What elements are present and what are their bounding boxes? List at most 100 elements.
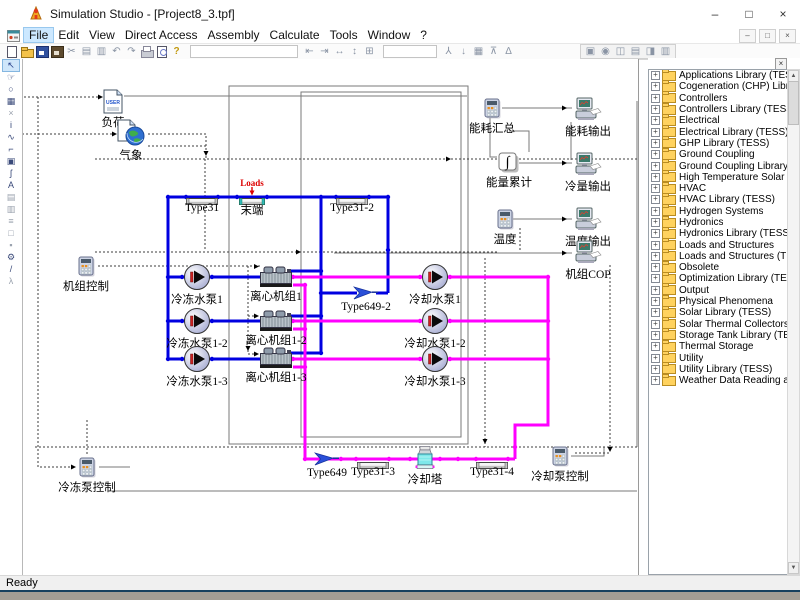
tree-item-hydronics-library-tess[interactable]: +Hydronics Library (TESS) <box>649 228 788 239</box>
scroll-down-icon[interactable]: ▼ <box>788 562 799 574</box>
diverter-type649-2[interactable]: Type649-2 <box>353 285 379 301</box>
expand-icon[interactable]: + <box>651 82 660 91</box>
tree-item-electrical-library-tess[interactable]: +Electrical Library (TESS) <box>649 126 788 137</box>
centrifugal-chiller-3[interactable]: 离心机组1-3 <box>259 347 293 369</box>
frame-icon[interactable]: ▣ <box>583 45 598 58</box>
tree-item-hvac[interactable]: +HVAC <box>649 183 788 194</box>
help-icon[interactable]: ? <box>169 45 184 58</box>
expand-icon[interactable]: + <box>651 162 660 171</box>
probe-icon[interactable]: ⊼ <box>486 45 501 58</box>
expand-icon[interactable]: + <box>651 184 660 193</box>
expand-icon[interactable]: + <box>651 297 660 306</box>
menu-calculate[interactable]: Calculate <box>265 28 325 42</box>
pipe-type31-3[interactable]: Type31-3 <box>357 457 389 466</box>
spline-link-tool-icon[interactable]: ʃ <box>3 168 19 179</box>
chilled-pump-controller[interactable]: 冷冻泵控制 <box>78 456 97 479</box>
tree-item-controllers-library-tess[interactable]: +Controllers Library (TESS) <box>649 104 788 115</box>
expand-icon[interactable]: + <box>651 116 660 125</box>
link-tool-icon[interactable]: ∿ <box>3 132 19 143</box>
load-reader[interactable]: USER负荷 <box>102 89 124 114</box>
tree-item-ground-coupling-library-tess[interactable]: +Ground Coupling Library (TESS) <box>649 160 788 171</box>
tree-item-storage-tank-library-tess[interactable]: +Storage Tank Library (TESS) <box>649 330 788 341</box>
tree-item-hydronics[interactable]: +Hydronics <box>649 217 788 228</box>
new-icon[interactable] <box>4 45 19 58</box>
tree-item-output[interactable]: +Output <box>649 285 788 296</box>
shrink-vertical-icon[interactable]: ⇥ <box>317 45 332 58</box>
pipe-type31[interactable]: Type31 <box>186 193 218 202</box>
expand-icon[interactable]: + <box>651 342 660 351</box>
probe-tool-icon[interactable]: λ <box>3 276 19 287</box>
weather-data[interactable]: 气象 <box>116 119 146 147</box>
columns-icon[interactable]: ▥ <box>658 45 673 58</box>
tree-item-loads-and-structures-tess[interactable]: +Loads and Structures (TESS) <box>649 251 788 262</box>
tree-item-electrical[interactable]: +Electrical <box>649 115 788 126</box>
paste-icon[interactable]: ▥ <box>94 45 109 58</box>
resize-horizontal-icon[interactable]: ↔ <box>332 45 347 58</box>
expand-icon[interactable]: + <box>651 331 660 340</box>
unit-cop-output[interactable]: 机组COP <box>574 240 602 266</box>
expand-icon[interactable]: + <box>651 274 660 283</box>
redo-icon[interactable]: ↷ <box>124 45 139 58</box>
expand-icon[interactable]: + <box>651 150 660 159</box>
cut-icon[interactable]: ✂ <box>64 45 79 58</box>
tree-item-physical-phenomena[interactable]: +Physical Phenomena <box>649 296 788 307</box>
table-icon[interactable]: ▦ <box>471 45 486 58</box>
delete-tool-icon[interactable]: × <box>3 108 19 119</box>
tree-item-high-temperature-solar-tess[interactable]: +High Temperature Solar (TESS) <box>649 172 788 183</box>
cooling-tower[interactable]: 冷却塔 <box>415 446 435 471</box>
tree-item-hvac-library-tess[interactable]: +HVAC Library (TESS) <box>649 194 788 205</box>
menu-tools[interactable]: Tools <box>325 28 363 42</box>
maximize-button[interactable]: □ <box>732 0 766 28</box>
tree-item-loads-and-structures[interactable]: +Loads and Structures <box>649 239 788 250</box>
tree-item-solar-library-tess[interactable]: +Solar Library (TESS) <box>649 307 788 318</box>
menu-file[interactable]: File <box>24 28 53 42</box>
pipe-type31-4[interactable]: Type31-4 <box>476 457 508 466</box>
menu-help[interactable]: ? <box>415 28 432 42</box>
minimize-button[interactable]: – <box>698 0 732 28</box>
pipe-type31-2[interactable]: Type31-2 <box>336 193 368 202</box>
expand-icon[interactable]: + <box>651 286 660 295</box>
color-palette-tool-icon[interactable]: ▦ <box>3 96 19 107</box>
expand-icon[interactable]: + <box>651 376 660 385</box>
print-icon[interactable] <box>139 45 154 58</box>
tree-item-utility-library-tess[interactable]: +Utility Library (TESS) <box>649 364 788 375</box>
split-view-icon[interactable]: ◫ <box>613 45 628 58</box>
close-button[interactable]: × <box>766 0 800 28</box>
angle-icon[interactable]: ∆ <box>501 45 516 58</box>
grid-a-tool-icon[interactable]: ▤ <box>3 192 19 203</box>
expand-icon[interactable]: + <box>651 105 660 114</box>
cooling-water-pump-3[interactable]: 冷却水泵1-3 <box>421 345 449 373</box>
diverter-type649[interactable]: Type649 <box>314 451 340 467</box>
assembly-tree-icon[interactable]: ⅄ <box>441 45 456 58</box>
undo-icon[interactable]: ↶ <box>109 45 124 58</box>
energy-consumption-output[interactable]: 能耗输出 <box>574 97 602 123</box>
print-preview-icon[interactable] <box>154 45 169 58</box>
tree-item-cogeneration-chp-library-tess[interactable]: +Cogeneration (CHP) Library (TESS) <box>649 81 788 92</box>
mdi-restore-button[interactable]: □ <box>759 29 776 43</box>
chilled-water-pump-3[interactable]: 冷冻水泵1-3 <box>183 345 211 373</box>
expand-icon[interactable]: + <box>651 252 660 261</box>
tree-item-solar-thermal-collectors[interactable]: +Solar Thermal Collectors <box>649 319 788 330</box>
tree-item-obsolete[interactable]: +Obsolete <box>649 262 788 273</box>
cooling-water-pump-2[interactable]: 冷却水泵1-2 <box>421 307 449 335</box>
cooling-energy-output[interactable]: 冷量输出 <box>574 152 602 178</box>
tree-item-thermal-storage[interactable]: +Thermal Storage <box>649 341 788 352</box>
copy-icon[interactable]: ▤ <box>79 45 94 58</box>
tree-item-ground-coupling[interactable]: +Ground Coupling <box>649 149 788 160</box>
cooling-water-pump-1[interactable]: 冷却水泵1 <box>421 263 449 291</box>
menu-assembly[interactable]: Assembly <box>203 28 265 42</box>
tree-item-utility[interactable]: +Utility <box>649 352 788 363</box>
expand-icon[interactable]: + <box>651 263 660 272</box>
cooling-pump-controller[interactable]: 冷却泵控制 <box>551 445 570 468</box>
tree-item-applications-library-tess[interactable]: +Applications Library (TESS) <box>649 70 788 81</box>
expand-icon[interactable]: + <box>651 173 660 182</box>
centrifugal-chiller-1[interactable]: 离心机组1 <box>259 266 293 288</box>
plot-tool-icon[interactable]: ▪ <box>3 240 19 251</box>
library-scrollbar[interactable]: ▲ ▼ <box>787 69 800 575</box>
text-tool-icon[interactable]: A <box>3 180 19 191</box>
menu-window[interactable]: Window <box>363 28 416 42</box>
info-tool-icon[interactable]: i <box>3 120 19 131</box>
save-icon[interactable] <box>34 45 49 58</box>
draw-line-tool-icon[interactable]: / <box>3 264 19 275</box>
audio-icon[interactable]: ◉ <box>598 45 613 58</box>
